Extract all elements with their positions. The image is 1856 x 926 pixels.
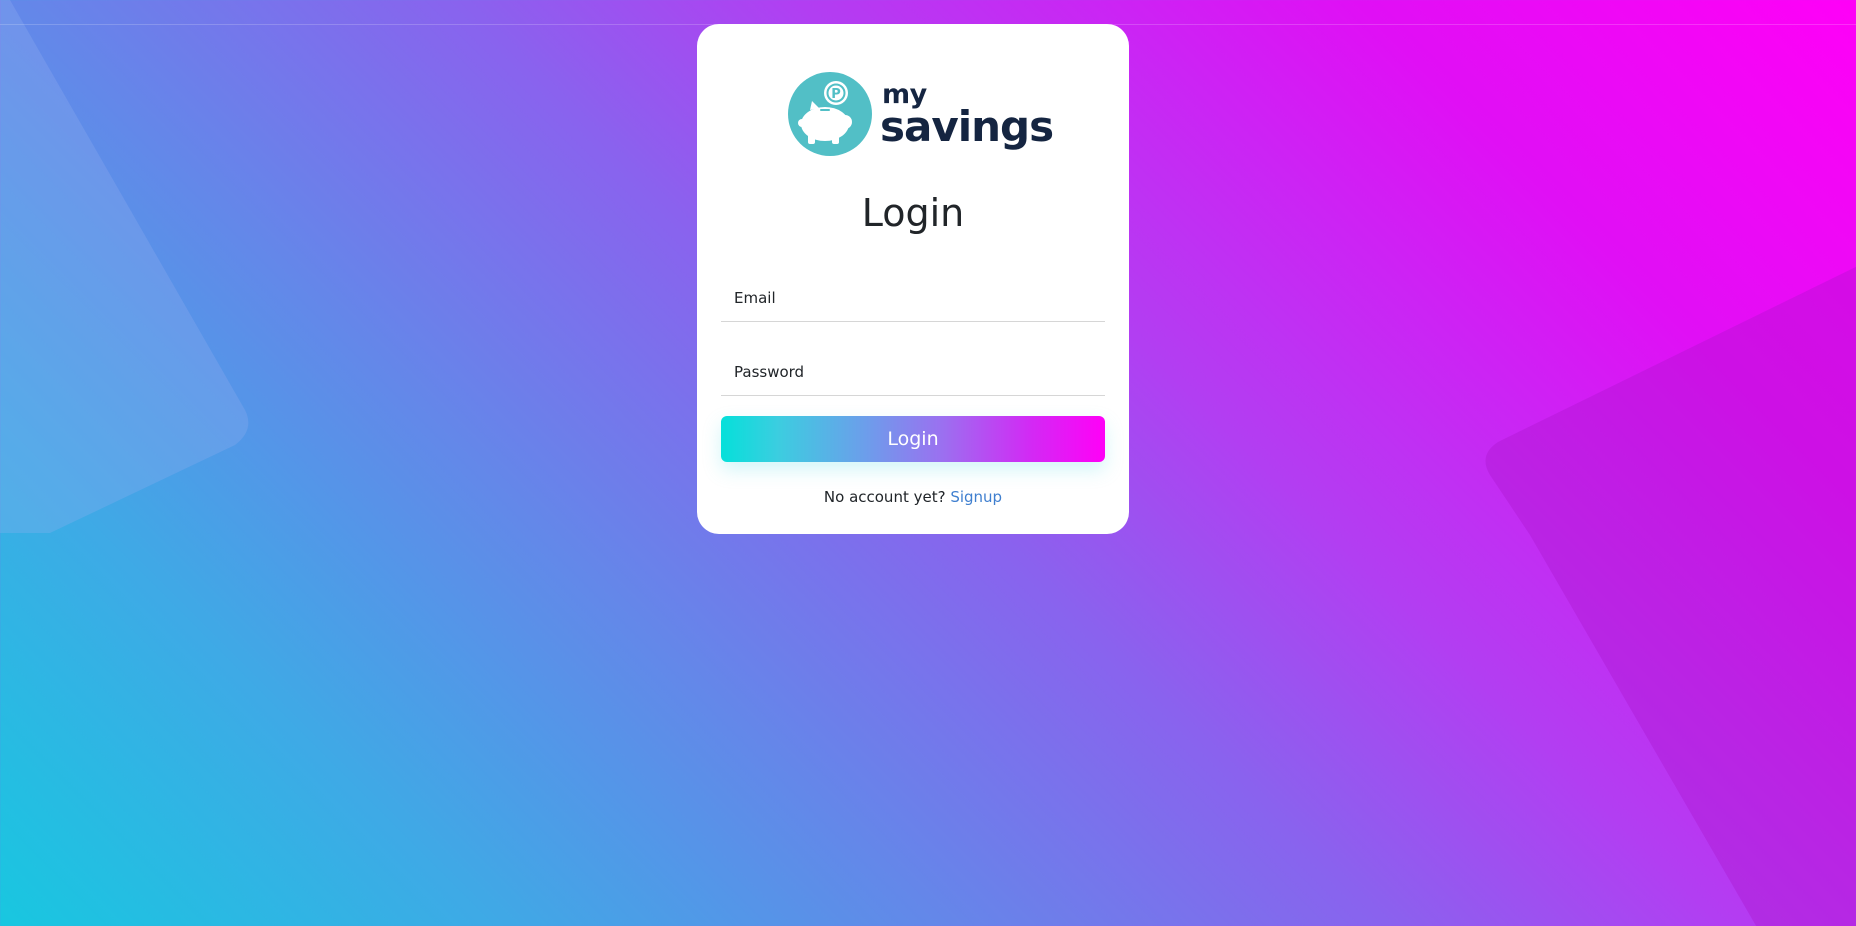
- signup-link[interactable]: Signup: [950, 488, 1002, 506]
- svg-text:P: P: [831, 87, 841, 102]
- background-shape-right: [1485, 266, 1856, 926]
- email-field[interactable]: [721, 274, 1105, 321]
- brand-logo: P my savings: [788, 72, 1054, 158]
- no-account-text: No account yet?: [823, 488, 951, 506]
- piggy-bank-coin-icon: P: [788, 72, 872, 156]
- password-field[interactable]: [721, 348, 1105, 395]
- page-title: Login: [861, 191, 965, 235]
- email-field-container: [721, 274, 1105, 322]
- background-shape-left: [0, 0, 249, 533]
- login-card: P my savings Login Login No account yet?…: [697, 24, 1129, 534]
- login-button[interactable]: Login: [721, 416, 1105, 462]
- signup-prompt: No account yet? Signup: [697, 486, 1129, 508]
- logo-text-savings: savings: [880, 102, 1054, 151]
- password-field-container: [721, 348, 1105, 396]
